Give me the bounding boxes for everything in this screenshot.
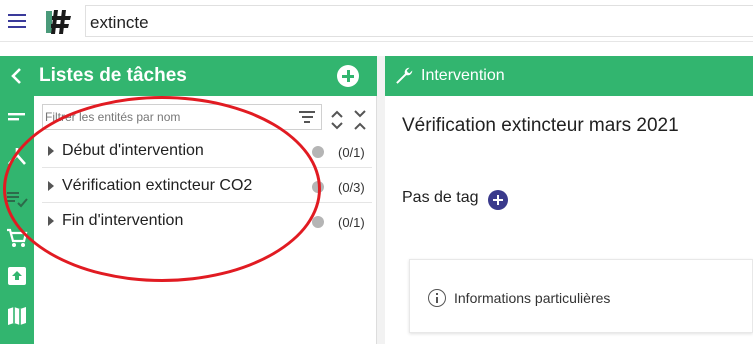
intervention-header-label: Intervention (421, 67, 505, 84)
status-dot (312, 216, 324, 228)
status-dot (312, 181, 324, 193)
task-lists-title: Listes de tâches (39, 65, 187, 86)
cart-icon[interactable] (5, 226, 29, 250)
filter-input[interactable] (45, 108, 285, 126)
info-card[interactable]: Informations particulières (409, 259, 753, 333)
filter-list-icon[interactable] (299, 111, 315, 123)
task-progress: (0/1) (338, 145, 365, 160)
task-label: Vérification extincteur CO2 (62, 177, 253, 194)
filter-field[interactable] (42, 104, 322, 130)
chevron-left-icon[interactable] (5, 64, 29, 88)
search-field[interactable]: extincte (85, 5, 753, 37)
task-progress: (0/1) (338, 215, 365, 230)
hamburger-menu-icon[interactable] (8, 14, 26, 28)
expand-all-icon[interactable] (353, 118, 367, 130)
tag-label: Pas de tag (402, 189, 479, 206)
add-task-list-button[interactable] (337, 65, 359, 87)
task-label: Fin d'intervention (62, 212, 184, 229)
top-bar: extincte (0, 0, 753, 42)
add-tag-button[interactable] (488, 190, 508, 210)
intervention-header: Intervention (385, 56, 753, 96)
caret-right-icon[interactable] (48, 146, 54, 156)
app-logo[interactable] (43, 8, 73, 36)
task-label: Début d'intervention (62, 142, 204, 159)
chevron-up-icon[interactable] (330, 106, 344, 118)
panel-divider (377, 56, 385, 344)
intervention-panel: Intervention Vérification extincteur mar… (385, 56, 753, 344)
chevron-down-icon[interactable] (330, 118, 344, 130)
short-text-icon[interactable] (5, 104, 29, 128)
search-value: extincte (90, 13, 149, 32)
task-list-item[interactable]: Fin d'intervention (0/1) (42, 204, 372, 238)
info-label: Informations particulières (454, 290, 611, 306)
status-dot (312, 146, 324, 158)
caret-right-icon[interactable] (48, 181, 54, 191)
playlist-check-icon[interactable] (5, 186, 29, 210)
task-list-item[interactable]: Début d'intervention (0/1) (42, 134, 372, 168)
share-network-icon[interactable] (5, 144, 29, 168)
upload-box-icon[interactable] (5, 264, 29, 288)
caret-right-icon[interactable] (48, 216, 54, 226)
task-progress: (0/3) (338, 180, 365, 195)
task-lists-panel: Listes de tâches Début d'intervention (0… (34, 56, 377, 344)
intervention-title: Vérification extincteur mars 2021 (402, 115, 679, 136)
map-icon[interactable] (5, 304, 29, 328)
task-lists-header: Listes de tâches (34, 56, 377, 96)
task-list-item[interactable]: Vérification extincteur CO2 (0/3) (42, 169, 372, 203)
left-nav-rail (0, 56, 34, 344)
wrench-icon (393, 65, 415, 87)
collapse-all-icon[interactable] (353, 106, 367, 118)
info-icon (428, 289, 446, 307)
